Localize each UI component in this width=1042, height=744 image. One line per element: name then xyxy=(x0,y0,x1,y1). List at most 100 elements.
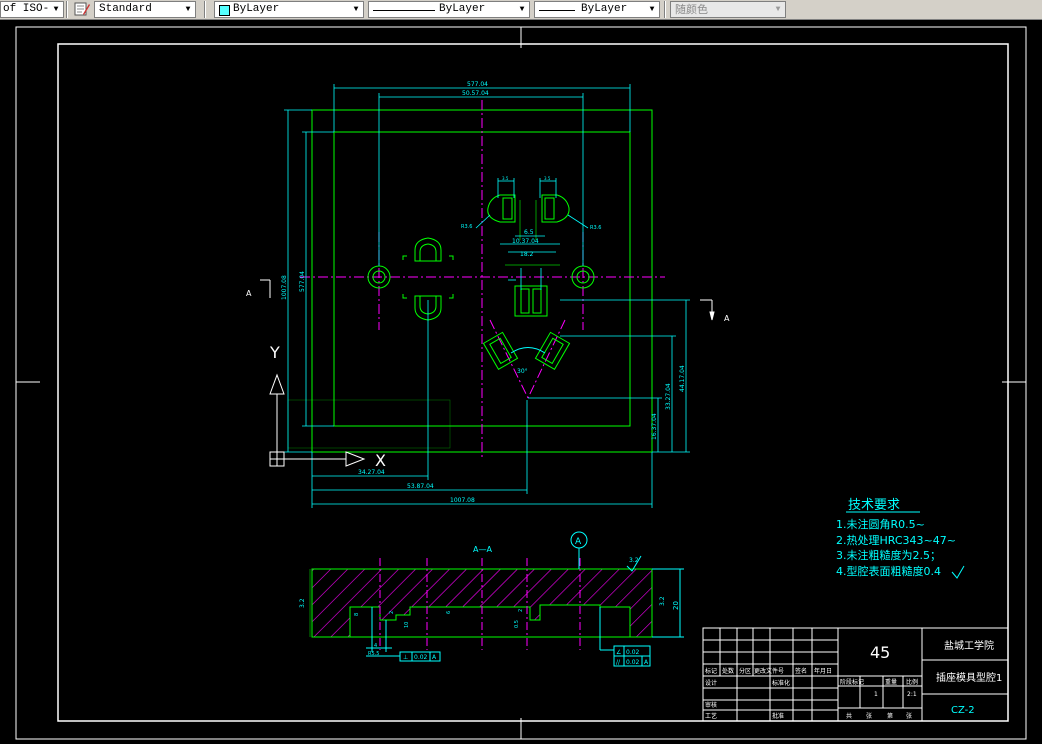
dim-small-top2: 3.5 xyxy=(544,176,551,181)
dim-section-d1: 4 xyxy=(374,643,377,649)
datum-label: A xyxy=(575,537,582,547)
roughness-right: 3.2 xyxy=(659,596,666,606)
dim-section-d5: 10 xyxy=(404,622,410,628)
chevron-down-icon[interactable]: ▼ xyxy=(181,2,195,17)
layer-color-swatch-icon xyxy=(219,5,230,16)
tb-h-doc: 更改文件号 xyxy=(754,667,784,675)
tol-left-symbol-icon: ⊥ xyxy=(403,654,408,661)
plan-view: 30° 577.04 50.57.04 1007.08 577.04 34.27… xyxy=(246,81,730,508)
slot-left xyxy=(487,194,516,223)
tb-h-date: 年月日 xyxy=(814,667,832,675)
lineweight-combo[interactable]: ByLayer ▼ xyxy=(534,1,660,18)
tb-f-sheet: 张 xyxy=(866,712,872,720)
tb-h-stage: 阶段标记 xyxy=(840,678,864,686)
toolbar-separator xyxy=(66,1,68,18)
axis-x-label: X xyxy=(375,451,386,470)
slot-middle xyxy=(514,285,548,317)
tb-h-weight: 重量 xyxy=(885,678,897,686)
tech-item-4: 4.型腔表面粗糙度0.4 xyxy=(836,564,941,578)
dimstyle-value: of ISO-2 xyxy=(3,3,56,15)
dim-angle: 30° xyxy=(517,368,528,375)
tb-drawing-no: CZ-2 xyxy=(951,705,975,716)
dim-left-inner: 577.04 xyxy=(299,271,306,292)
lineweight-preview-icon xyxy=(539,10,575,11)
linetype-value: ByLayer xyxy=(439,3,486,15)
dim-section-d4: 2 xyxy=(389,611,395,614)
chevron-down-icon: ▼ xyxy=(771,2,785,17)
tb-h-review: 审核 xyxy=(705,701,717,709)
tech-item-3: 3.未注粗糙度为2.5； xyxy=(836,548,941,562)
tb-f-no: 第 xyxy=(887,712,893,720)
tb-f-total: 共 xyxy=(846,712,852,720)
dim-section-d3: 8 xyxy=(354,613,360,616)
tb-h-process: 工艺 xyxy=(705,712,717,720)
dim-thickness: 20 xyxy=(672,601,680,610)
tb-material: 45 xyxy=(870,643,890,662)
tb-h-sign: 签名 xyxy=(795,667,807,675)
angled-slot-left xyxy=(482,331,519,371)
tol-left-value: 0.02 xyxy=(414,654,428,661)
tb-h-zone: 分区 xyxy=(739,667,751,675)
dim-section-d8: 0.5 xyxy=(514,620,520,628)
plotstyle-combo: 随颜色 ▼ xyxy=(670,1,786,18)
tb-h-count: 处数 xyxy=(722,667,734,675)
layer-color-combo[interactable]: ByLayer ▼ xyxy=(214,1,364,18)
dim-slot-r-left: R3.6 xyxy=(461,224,472,230)
dim-section-d7: 2 xyxy=(518,609,524,612)
dim-slot-gap: 10.37.04 xyxy=(512,238,539,245)
tol-right-value-1: 0.02 xyxy=(626,649,640,656)
tol-left-datum: A xyxy=(432,654,437,661)
linetype-preview-icon xyxy=(373,10,435,11)
tol-right-symbol-1-icon: ∠ xyxy=(616,649,621,656)
chevron-down-icon[interactable]: ▼ xyxy=(49,2,63,17)
linetype-combo[interactable]: ByLayer ▼ xyxy=(368,1,530,18)
tech-item-2: 2.热处理HRC343~47~ xyxy=(836,534,956,547)
roughness-left: 3.2 xyxy=(299,598,306,608)
tb-school: 盐城工学院 xyxy=(944,639,994,652)
tb-h-std: 标准化 xyxy=(772,679,790,687)
lineweight-value: ByLayer xyxy=(581,3,628,15)
dim-section-d6: 6 xyxy=(446,611,452,614)
dim-bottom-3: 1007.08 xyxy=(450,497,475,504)
dim-top-inner: 50.57.04 xyxy=(462,90,489,97)
dim-slot-r-right: R3.6 xyxy=(590,225,601,231)
socket-slot-top xyxy=(414,237,442,262)
roughness-symbol-icon xyxy=(951,565,965,579)
dim-top-outer: 577.04 xyxy=(467,81,488,88)
dim-small-top: 3.5 xyxy=(502,176,509,181)
axis-y-label: Y xyxy=(269,343,280,362)
chevron-down-icon[interactable]: ▼ xyxy=(645,2,659,17)
tol-right-symbol-2-icon: // xyxy=(616,659,621,666)
toolbar-separator xyxy=(664,1,666,18)
textstyle-combo[interactable]: Standard ▼ xyxy=(94,1,196,18)
dim-bottom-2: 53.87.04 xyxy=(407,483,434,490)
tb-h-approve: 批准 xyxy=(772,712,784,720)
tol-right-value-2: 0.02 xyxy=(626,659,640,666)
tb-ratio: 2:1 xyxy=(907,691,917,698)
dim-right-2: 33.27.04 xyxy=(665,383,672,410)
tb-h-design: 设计 xyxy=(705,679,717,687)
dim-bottom-1: 34.27.04 xyxy=(358,469,385,476)
text-style-icon[interactable] xyxy=(74,1,90,17)
textstyle-value: Standard xyxy=(99,3,152,15)
tech-title: 技术要求 xyxy=(848,498,900,513)
toolbar-separator xyxy=(204,1,206,18)
section-label-left: A xyxy=(246,289,252,298)
tb-f-sheet2: 张 xyxy=(906,712,912,720)
plotstyle-value: 随颜色 xyxy=(675,3,708,16)
drawing-canvas[interactable]: 30° 577.04 50.57.04 1007.08 577.04 34.27… xyxy=(0,20,1042,744)
slot-right xyxy=(541,194,570,223)
dim-left-outer: 1007.08 xyxy=(281,275,288,300)
dimstyle-combo[interactable]: of ISO-2 ▼ xyxy=(0,1,64,18)
tb-qty: 1 xyxy=(874,691,878,698)
dim-slot-width: 6.5 xyxy=(524,229,534,236)
tech-item-1: 1.未注圆角R0.5~ xyxy=(836,517,925,531)
dim-right-1: 44.17.04 xyxy=(679,365,686,392)
chevron-down-icon[interactable]: ▼ xyxy=(349,2,363,17)
dim-section-d2: R5.5 xyxy=(368,651,379,657)
tol-right-datum: A xyxy=(644,659,649,666)
tb-h-mark: 标记 xyxy=(705,667,717,675)
chevron-down-icon[interactable]: ▼ xyxy=(515,2,529,17)
properties-toolbar: of ISO-2 ▼ Standard ▼ ByLayer ▼ ByLayer … xyxy=(0,0,1042,20)
centering-marks xyxy=(16,27,1026,739)
